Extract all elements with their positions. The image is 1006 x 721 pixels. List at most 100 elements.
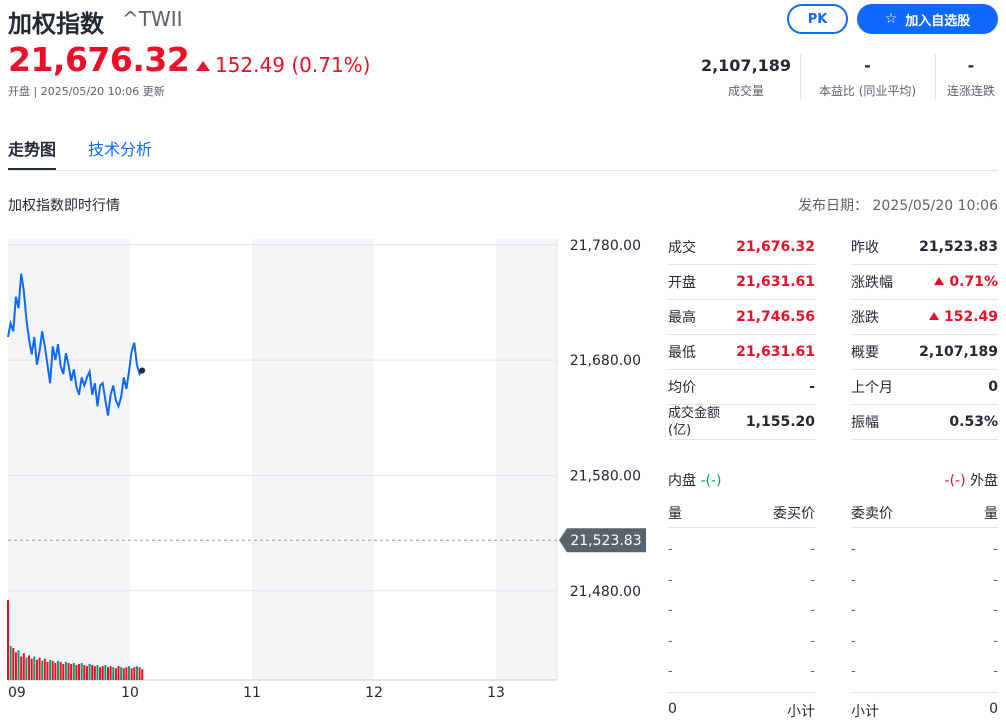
stat-label: 本益比 (同业平均) <box>818 84 917 98</box>
quote-value: 1,155.20 <box>745 414 815 430</box>
volume-bar <box>120 667 123 680</box>
ask-price: - <box>851 572 856 588</box>
y-tick-label: 21,680.00 <box>570 353 641 369</box>
quote-row: 上个月 0 <box>851 370 998 405</box>
quote-key: 涨跌 <box>851 310 879 326</box>
last-price-dot <box>139 367 146 374</box>
ask-volume: - <box>993 664 998 679</box>
quote-row: 昨收 21,523.83 <box>851 230 998 265</box>
volume-bar <box>56 660 59 680</box>
up-arrow-icon <box>196 61 210 71</box>
quote-key: 开盘 <box>668 275 696 291</box>
outer-label: 外盘 <box>970 473 998 489</box>
y-tick-label: 21,780.00 <box>570 238 641 254</box>
stat-divider <box>935 54 936 100</box>
prev-close-label: 21,523.83 <box>570 533 641 549</box>
quote-value: 0 <box>988 379 998 395</box>
quote-row: 开盘 21,631.61 <box>668 265 815 300</box>
volume-bar <box>51 660 54 680</box>
bid-subtotal-label: 小计 <box>787 704 815 720</box>
section-title: 加权指数即时行情 <box>8 198 120 214</box>
bid-volume: - <box>668 603 673 618</box>
inner-label: 内盘 <box>668 473 696 489</box>
bid-volume: - <box>668 633 673 649</box>
ask-volume: - <box>993 572 998 588</box>
hour-band <box>252 239 374 680</box>
stat-pe: - 本益比 (同业平均) <box>801 56 934 99</box>
stat-value: - <box>864 56 871 75</box>
volume-bar <box>133 667 136 680</box>
quote-row: 成交金额(亿) 1,155.20 <box>668 405 815 440</box>
ask-volume: - <box>993 542 998 557</box>
ask-header: 委卖价 量 <box>851 503 998 528</box>
inner-value: -(-) <box>700 473 722 489</box>
quote-value: 21,746.56 <box>736 309 815 325</box>
quote-value: - <box>809 379 815 395</box>
tab-technical-analysis[interactable]: 技术分析 <box>88 136 152 160</box>
volume-bar <box>46 661 49 680</box>
volume-bar <box>141 669 144 680</box>
quote-key: 昨收 <box>851 240 879 256</box>
volume-bar <box>125 667 128 680</box>
bid-price-header: 委买价 <box>773 506 815 522</box>
volume-bar <box>112 667 115 680</box>
intraday-chart[interactable]: 21,780.00 21,680.00 21,580.00 21,480.00 21,5… <box>0 230 660 716</box>
volume-bar <box>33 656 36 680</box>
hour-band <box>496 239 557 680</box>
quote-row: 均价 - <box>668 370 815 405</box>
volume-bar <box>88 664 91 680</box>
ask-volume: - <box>993 603 998 618</box>
star-icon: ☆ <box>884 11 898 27</box>
price-change-value: 152.49 (0.71%) <box>215 53 371 77</box>
volume-bar <box>96 665 99 680</box>
bid-price: - <box>810 603 815 618</box>
bid-volume: - <box>668 572 673 588</box>
stat-label: 成交量 <box>727 84 764 98</box>
bid-price: - <box>810 633 815 649</box>
quote-row: 最高 21,746.56 <box>668 300 815 335</box>
quote-value-wrap: 152.49 <box>928 309 998 325</box>
volume-bar <box>101 666 104 680</box>
quote-value: 0.53% <box>949 414 998 430</box>
publish-date: 发布日期： 2025/05/20 10:06 <box>798 198 998 214</box>
quote-value: 21,631.61 <box>736 344 815 360</box>
stat-value: 2,107,189 <box>700 56 792 75</box>
volume-bar <box>35 659 38 680</box>
quote-key: 振幅 <box>851 415 879 431</box>
market-status: 开盘 | 2025/05/20 10:06 更新 <box>8 85 165 98</box>
x-tick-label: 10 <box>121 685 139 701</box>
bid-volume: - <box>668 664 673 679</box>
volume-bar <box>62 664 65 680</box>
hour-band <box>8 239 130 680</box>
y-tick-label: 21,580.00 <box>570 468 641 484</box>
outer-value: -(-) <box>944 473 966 489</box>
up-arrow-icon <box>934 277 945 285</box>
quote-value-wrap: 21,523.83 <box>919 239 998 255</box>
quote-key: 成交 <box>668 240 696 256</box>
ask-price: - <box>851 664 856 679</box>
volume-bar <box>117 666 120 680</box>
volume-bar <box>99 667 102 680</box>
quote-value-wrap: 0.53% <box>949 414 998 430</box>
stat-volume: 2,107,189 成交量 <box>700 56 792 99</box>
x-tick-label: 12 <box>365 685 383 701</box>
volume-bar <box>28 655 31 680</box>
quote-value-wrap: 0.71% <box>934 274 998 290</box>
stat-streak: - 连涨连跌 <box>940 56 1002 99</box>
stat-value: - <box>967 56 975 75</box>
add-to-watchlist-button[interactable]: ☆ 加入自选股 <box>857 4 998 34</box>
ask-total-volume: 0 <box>989 701 998 717</box>
quote-row: 最低 21,631.61 <box>668 335 815 370</box>
pk-button[interactable]: PK <box>787 4 848 34</box>
volume-bar <box>25 657 28 680</box>
ask-price-header: 委卖价 <box>851 506 893 522</box>
quote-key: 最低 <box>668 345 696 361</box>
volume-bar <box>20 656 23 680</box>
ask-volume-header: 量 <box>984 506 998 522</box>
quote-value: 21,676.32 <box>736 239 815 255</box>
quote-value: 2,107,189 <box>919 344 998 360</box>
volume-bar <box>12 648 15 680</box>
quote-key: 最高 <box>668 310 696 326</box>
volume-bar <box>128 666 131 680</box>
tab-chart[interactable]: 走势图 <box>8 136 57 170</box>
